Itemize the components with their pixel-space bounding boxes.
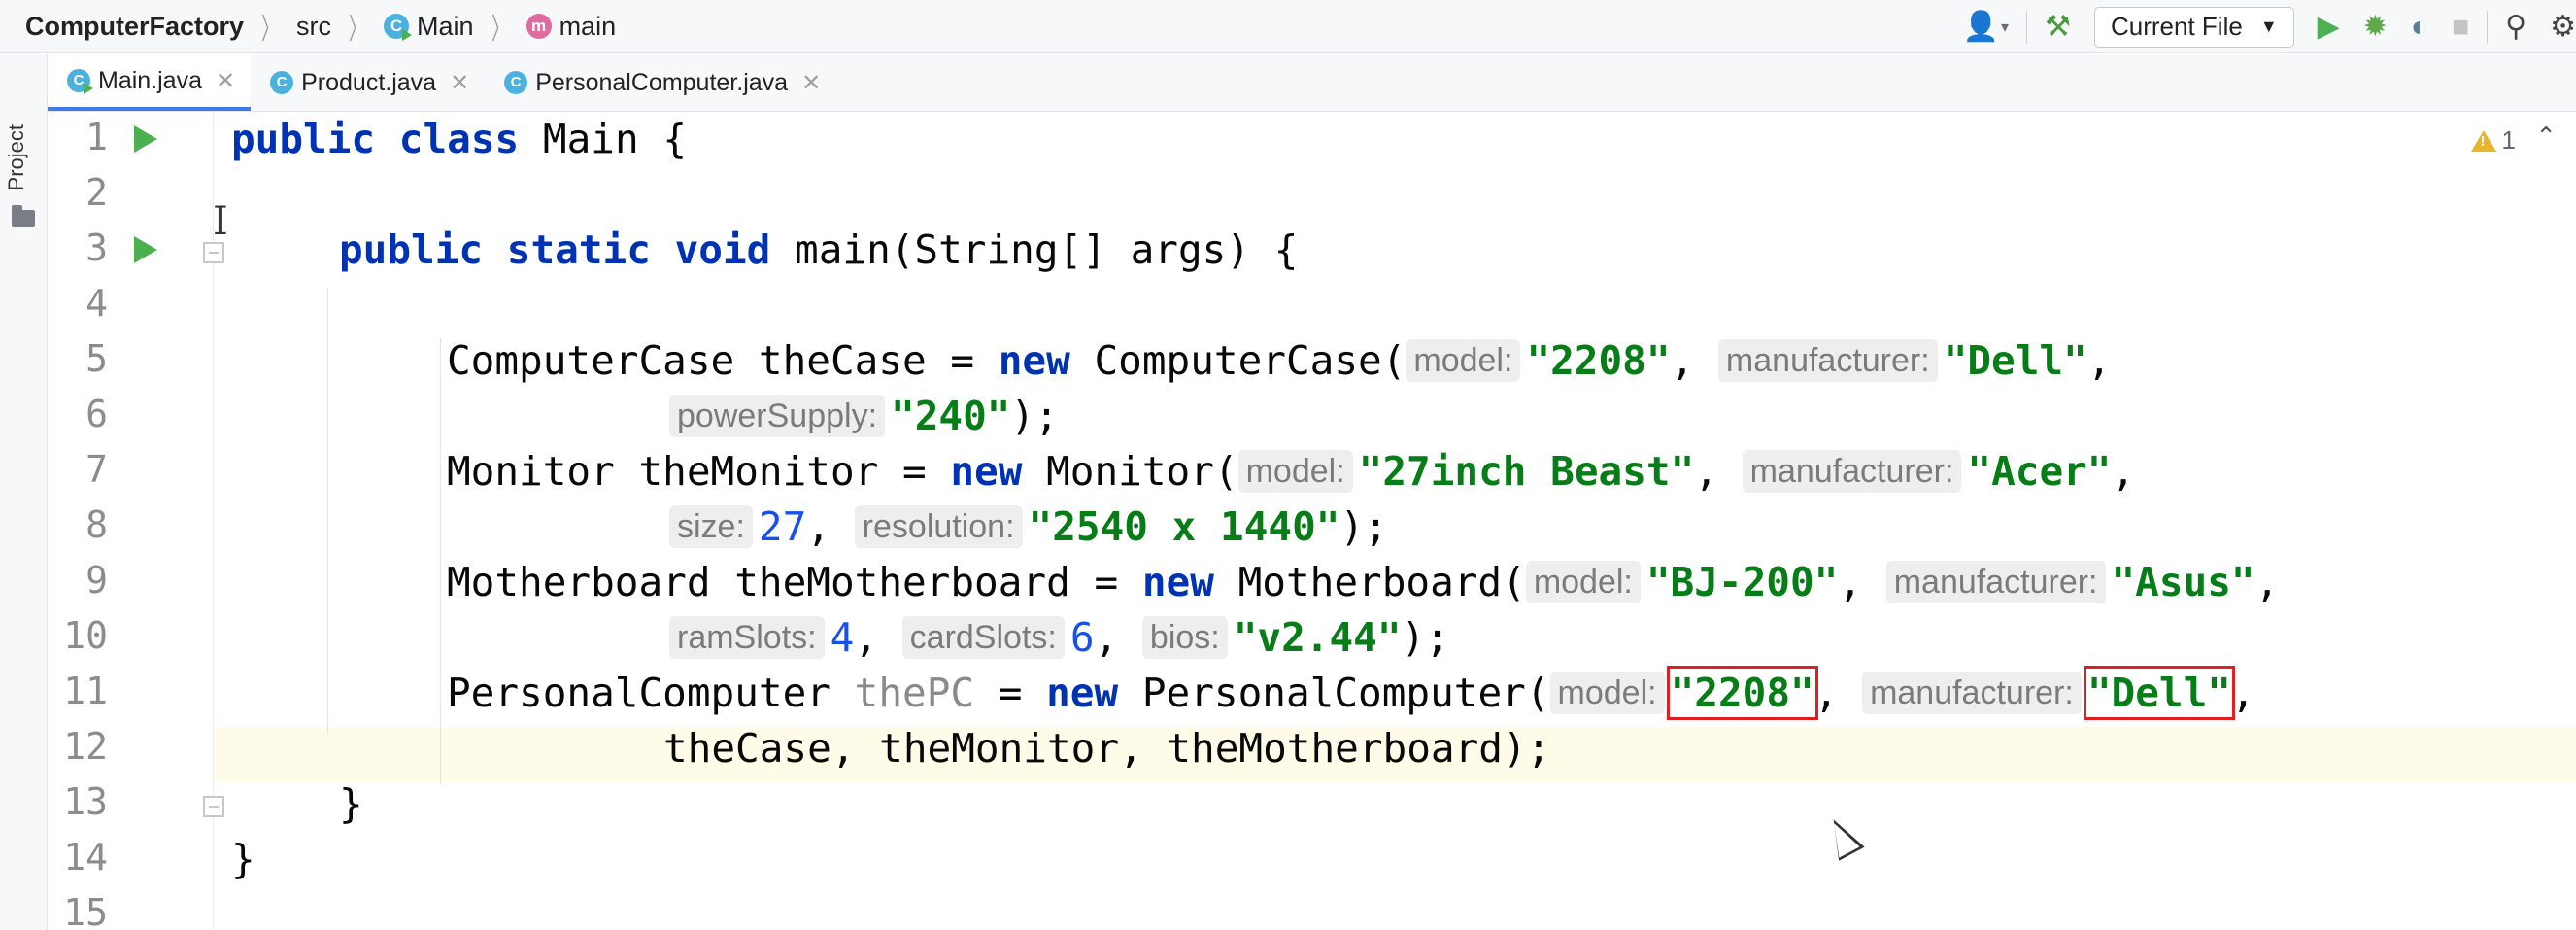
chevron-down-icon: ▼ (2259, 17, 2278, 36)
code-editor[interactable]: 1 2 3 4 5 6 7 8 9 10 11 12 13 14 15 I pu… (48, 112, 2576, 930)
toolbar: 👤 ▾ ⚒ Current File ▼ ▶ ✹ ◐ ■ ⚲ ⚙ (1951, 0, 2576, 53)
class-icon: C (270, 71, 294, 94)
search-icon[interactable]: ⚲ (2505, 10, 2526, 44)
breadcrumb-src[interactable]: src (296, 12, 331, 42)
close-icon[interactable]: ✕ (801, 69, 821, 97)
code-line-11: PersonalComputer thePC = new PersonalCom… (447, 666, 2255, 720)
text-cursor-icon: I (213, 199, 228, 244)
breadcrumb-project[interactable]: ComputerFactory (25, 12, 244, 42)
breadcrumb-separator: 〉 (349, 14, 367, 46)
param-hint: ramSlots: (669, 616, 825, 659)
param-hint: model: (1525, 561, 1641, 603)
folder-icon[interactable] (12, 205, 35, 227)
tab-label: Main.java (98, 66, 202, 94)
run-configuration-label: Current File (2110, 12, 2243, 41)
warning-count: 1 (2501, 125, 2516, 155)
tab-personalcomputer-java[interactable]: C PersonalComputer.java ✕ (485, 54, 836, 111)
param-hint: size: (669, 505, 753, 548)
warning-icon (2470, 129, 2496, 152)
code-line-7: Monitor theMonitor = new Monitor(model: "… (447, 448, 2136, 495)
param-hint: resolution: (854, 505, 1023, 548)
code-line-3: public static void main(String[] args) { (339, 226, 1299, 273)
line-number: 15 (63, 891, 108, 930)
breadcrumb-separator: 〉 (491, 14, 509, 46)
param-hint: model: (1406, 339, 1521, 382)
tab-main-java[interactable]: C Main.java ✕ (48, 54, 252, 111)
user-icon[interactable]: 👤 ▾ (1963, 10, 2009, 44)
line-number: 1 (85, 116, 108, 158)
divider (2487, 10, 2489, 44)
inspection-widget[interactable]: 1 (2470, 125, 2516, 155)
code-line-1: public class Main { (231, 116, 688, 162)
breadcrumb-main-class[interactable]: Main (417, 12, 474, 42)
line-number: 2 (85, 171, 108, 214)
param-hint: bios: (1141, 616, 1228, 659)
settings-gear-icon[interactable]: ⚙ (2550, 10, 2576, 44)
project-tool-button[interactable]: Project (4, 124, 29, 190)
highlighted-model-string: "2208" (1666, 666, 1818, 720)
code-line-12: theCase, theMonitor, theMotherboard); (663, 725, 1551, 772)
line-number: 3 (85, 226, 108, 269)
divider (2026, 10, 2028, 44)
run-class-icon[interactable] (134, 125, 157, 153)
tool-window-strip: Project (0, 54, 48, 930)
close-icon[interactable]: ✕ (450, 69, 469, 97)
run-icon[interactable]: ▶ (2318, 10, 2340, 44)
navigation-bar: ComputerFactory 〉 src 〉 C Main 〉 m main … (0, 0, 2576, 53)
highlighted-manufacturer-string: "Dell" (2083, 666, 2235, 720)
method-icon: m (525, 14, 552, 39)
code-line-13: } (339, 780, 363, 827)
param-hint: manufacturer: (1742, 450, 1962, 493)
fold-marker-icon[interactable] (203, 242, 224, 263)
line-number: 7 (85, 448, 108, 491)
param-hint: powerSupply: (669, 395, 886, 437)
code-line-9: Motherboard theMotherboard = new Motherb… (447, 559, 2280, 605)
code-line-5: ComputerCase theCase = new ComputerCase(… (447, 337, 2112, 384)
class-icon: C (504, 71, 528, 94)
debug-icon[interactable]: ✹ (2363, 10, 2388, 44)
param-hint: manufacturer: (1717, 339, 1938, 382)
build-hammer-icon[interactable]: ⚒ (2045, 10, 2071, 44)
code-line-14: } (231, 836, 255, 882)
breadcrumb-main-method[interactable]: main (559, 12, 617, 42)
indent-guide (440, 338, 441, 785)
line-number: 8 (85, 503, 108, 546)
tab-product-java[interactable]: C Product.java ✕ (251, 54, 485, 111)
param-hint: model: (1549, 672, 1665, 714)
run-main-icon[interactable] (134, 236, 157, 263)
line-number: 6 (85, 393, 108, 435)
code-line-8: size: 27, resolution: "2540 x 1440"); (669, 499, 1388, 555)
line-number: 9 (85, 559, 108, 602)
indent-guide (327, 287, 328, 734)
tab-label: Product.java (301, 68, 437, 96)
fold-marker-icon[interactable] (203, 796, 224, 817)
param-hint: manufacturer: (1862, 672, 2082, 714)
class-icon: C (384, 14, 413, 41)
close-icon[interactable]: ✕ (216, 67, 235, 95)
line-number: 10 (63, 614, 108, 657)
breadcrumb: ComputerFactory 〉 src 〉 C Main 〉 m main (0, 5, 616, 48)
code-line-10: ramSlots: 4, cardSlots: 6, bios: "v2.44"); (669, 610, 1449, 666)
line-number: 14 (63, 836, 108, 878)
line-number: 12 (63, 725, 108, 768)
coverage-icon[interactable]: ◐ (2411, 11, 2428, 44)
breadcrumb-separator: 〉 (261, 14, 280, 46)
editor-tabs: C Main.java ✕ C Product.java ✕ C Persona… (48, 54, 2576, 112)
line-number: 13 (63, 780, 108, 823)
param-hint: manufacturer: (1885, 561, 2106, 603)
param-hint: cardSlots: (901, 616, 1065, 659)
line-number: 11 (63, 670, 108, 712)
param-hint: model: (1237, 450, 1353, 493)
stop-icon[interactable]: ■ (2452, 11, 2469, 44)
chevron-up-icon[interactable]: ⌃ (2535, 121, 2557, 152)
line-number: 4 (85, 282, 108, 325)
tab-label: PersonalComputer.java (535, 68, 789, 96)
class-icon: C (67, 69, 93, 94)
code-line-6: powerSupply: "240"); (669, 389, 1059, 444)
run-configuration-dropdown[interactable]: Current File ▼ (2093, 6, 2294, 48)
line-number: 5 (85, 337, 108, 380)
